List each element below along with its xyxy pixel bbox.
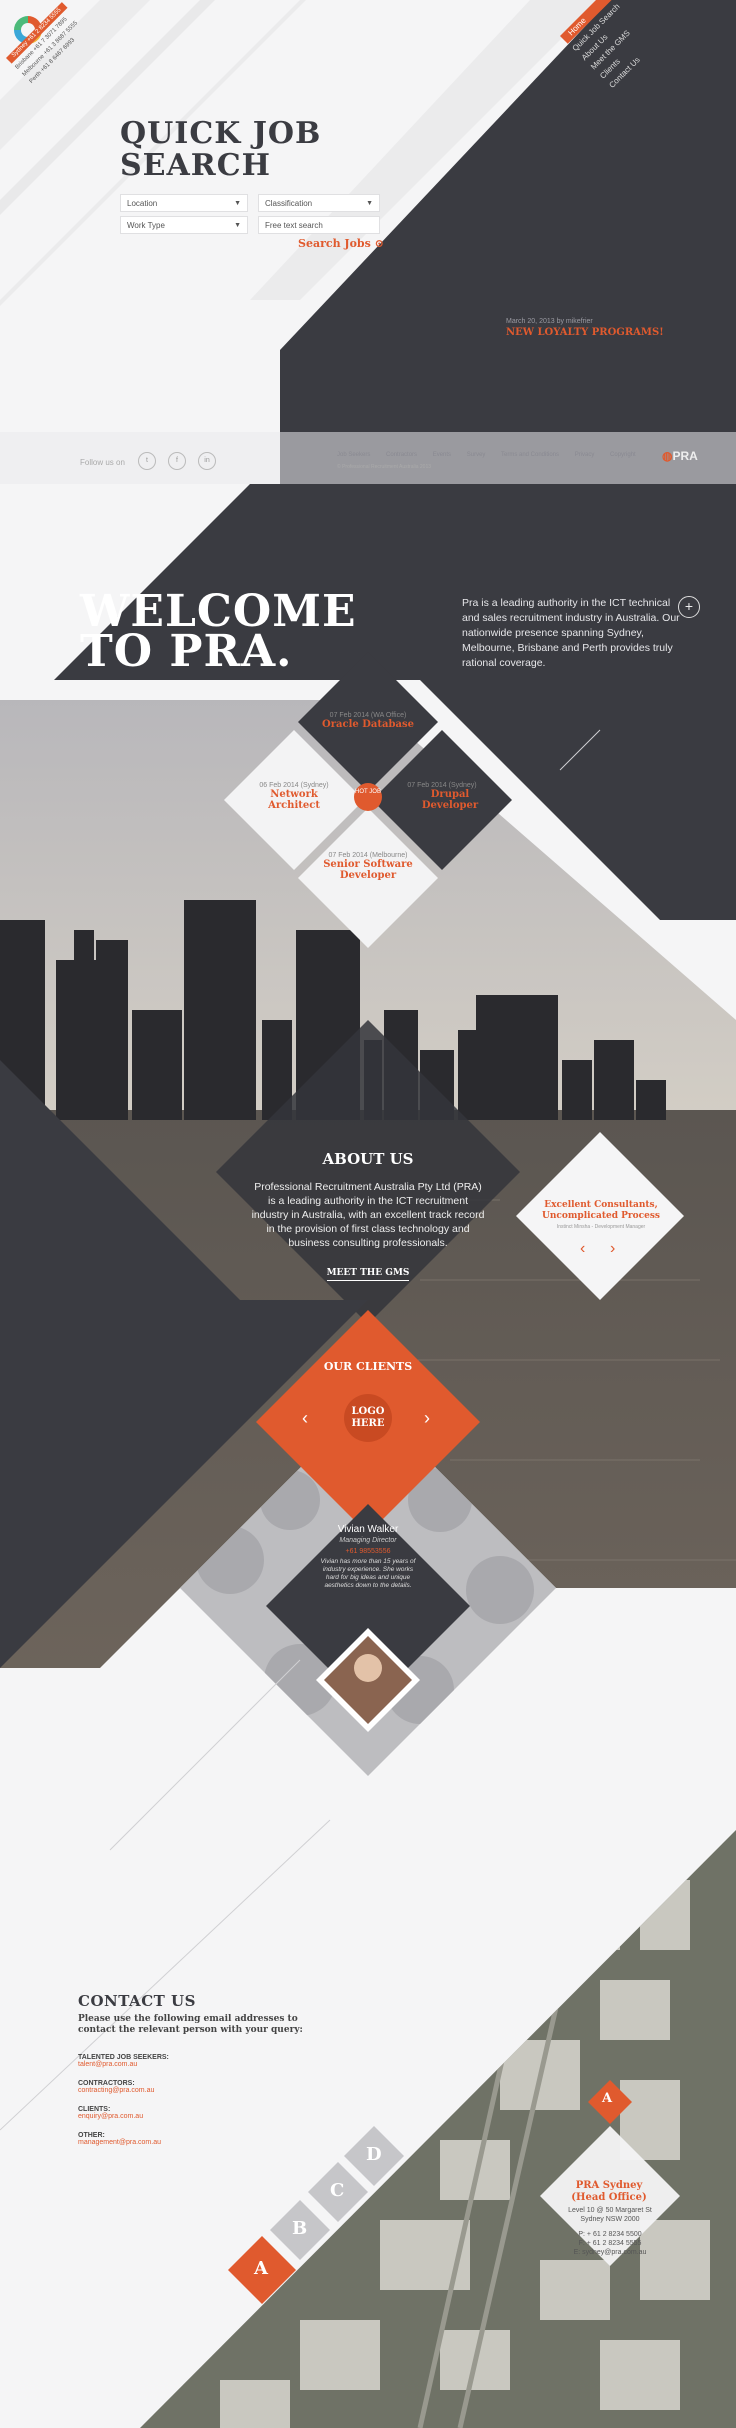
office-tab-d[interactable]: D <box>366 2144 382 2165</box>
email-link[interactable]: contracting@pra.com.au <box>78 2087 154 2094</box>
news-date: March 20, 2013 by mikefrier <box>506 318 593 325</box>
contact-us-title: CONTACT US <box>78 1992 196 2010</box>
team-member-name: Vivian Walker <box>337 1524 399 1535</box>
job-item-oracle[interactable]: 07 Feb 2014 (WA Office) Oracle Database <box>308 712 428 730</box>
our-clients-title: OUR CLIENTS <box>323 1360 413 1373</box>
email-link[interactable]: talent@pra.com.au <box>78 2061 169 2068</box>
job-item-senior-software-developer[interactable]: 07 Feb 2014 (Melbourne) Senior Software … <box>308 852 428 881</box>
meet-the-gms-link[interactable]: MEET THE GMS <box>268 1268 468 1281</box>
footer-links: Job Seekers Contractors Events Survey Te… <box>337 452 650 458</box>
welcome-intro: Pra is a leading authority in the ICT te… <box>462 597 680 669</box>
office-tab-a[interactable]: A <box>254 2258 268 2279</box>
about-us-text: Professional Recruitment Australia Pty L… <box>251 1181 485 1249</box>
office-title: PRA Sydney (Head Office) <box>571 2180 647 2203</box>
chevron-down-icon: ▼ <box>366 200 373 207</box>
contact-group-other: OTHER: management@pra.com.au <box>78 2132 161 2146</box>
prev-arrow-icon[interactable]: ‹ <box>580 1240 585 1258</box>
testimonial-author: Instinct Minsha - Development Manager <box>556 1224 646 1230</box>
office-fax: F: + 61 2 8234 5555 <box>578 2240 642 2247</box>
location-select[interactable]: Location ▼ <box>120 194 248 212</box>
email-link[interactable]: management@pra.com.au <box>78 2139 161 2146</box>
client-logo[interactable]: LOGO HERE <box>344 1394 392 1442</box>
work-type-select[interactable]: Work Type ▼ <box>120 216 248 234</box>
footer-link-events[interactable]: Events <box>433 452 451 458</box>
job-item-network-architect[interactable]: 06 Feb 2014 (Sydney) Network Architect <box>234 782 354 811</box>
footer-link-survey[interactable]: Survey <box>467 452 486 458</box>
contact-subtitle: Please use the following email addresses… <box>78 2014 303 2035</box>
pra-brand-logo[interactable]: ◍PRA <box>662 449 698 463</box>
follow-us-label: Follow us on <box>80 458 125 467</box>
quick-job-search-title: QUICK JOB SEARCH <box>120 116 322 183</box>
footer-link-copyright[interactable]: Copyright <box>610 452 636 458</box>
chevron-down-icon: ▼ <box>234 222 241 229</box>
free-text-search-input[interactable]: Free text search <box>258 216 380 234</box>
arrow-right-icon: ⊙ <box>374 237 384 250</box>
office-tab-b[interactable]: B <box>292 2218 307 2239</box>
copyright-text: © Professional Recruitment Australia 201… <box>337 464 432 470</box>
clients-prev-arrow-icon[interactable]: ‹ <box>302 1408 308 1429</box>
clients-next-arrow-icon[interactable]: › <box>424 1408 430 1429</box>
search-jobs-button[interactable]: Search Jobs ⊙ <box>298 237 384 250</box>
team-member-bio: Vivian has more than 15 years of industr… <box>320 1558 416 1589</box>
team-member-role: Managing Director <box>339 1537 397 1544</box>
office-address-line1: Level 10 @ 50 Margaret St <box>568 2207 652 2214</box>
contact-group-clients: CLIENTS: enquiry@pra.com.au <box>78 2106 144 2120</box>
welcome-heading: WELCOME TO PRA. <box>80 586 357 677</box>
hot-job-badge: HOT JOB <box>354 783 382 811</box>
chevron-down-icon: ▼ <box>234 200 241 207</box>
email-link[interactable]: enquiry@pra.com.au <box>78 2113 143 2120</box>
contact-group-job-seekers: TALENTED JOB SEEKERS: talent@pra.com.au <box>78 2054 169 2068</box>
news-title-link[interactable]: NEW LOYALTY PROGRAMS! <box>506 327 664 338</box>
job-item-drupal-developer[interactable]: 07 Feb 2014 (Sydney) Drupal Developer <box>382 782 502 811</box>
team-member-phone[interactable]: +61 98553556 <box>318 1548 418 1555</box>
footer-link-contractors[interactable]: Contractors <box>386 452 417 458</box>
office-tab-c[interactable]: C <box>330 2180 344 2201</box>
footer-link-privacy[interactable]: Privacy <box>575 452 595 458</box>
footer-link-job-seekers[interactable]: Job Seekers <box>337 452 370 458</box>
next-arrow-icon[interactable]: › <box>610 1240 615 1258</box>
twitter-icon[interactable]: t <box>138 452 156 470</box>
facebook-icon[interactable]: f <box>168 452 186 470</box>
about-us-title: ABOUT US <box>322 1150 414 1168</box>
pra-logo-icon: ◍ <box>662 449 673 463</box>
classification-select[interactable]: Classification ▼ <box>258 194 380 212</box>
linkedin-icon[interactable]: in <box>198 452 216 470</box>
expand-plus-icon[interactable]: + <box>678 596 700 618</box>
map-marker-a[interactable]: A <box>602 2091 612 2106</box>
office-email[interactable]: E: sydney@pra.com.au <box>555 2248 665 2257</box>
office-address-line2: Sydney NSW 2000 <box>580 2216 640 2223</box>
footer-link-terms[interactable]: Terms and Conditions <box>501 452 559 458</box>
testimonial-quote: Excellent Consultants, Uncomplicated Pro… <box>542 1200 661 1221</box>
office-phone: P: + 61 2 8234 5500 <box>578 2231 642 2238</box>
contact-group-contractors: CONTRACTORS: contracting@pra.com.au <box>78 2080 155 2094</box>
